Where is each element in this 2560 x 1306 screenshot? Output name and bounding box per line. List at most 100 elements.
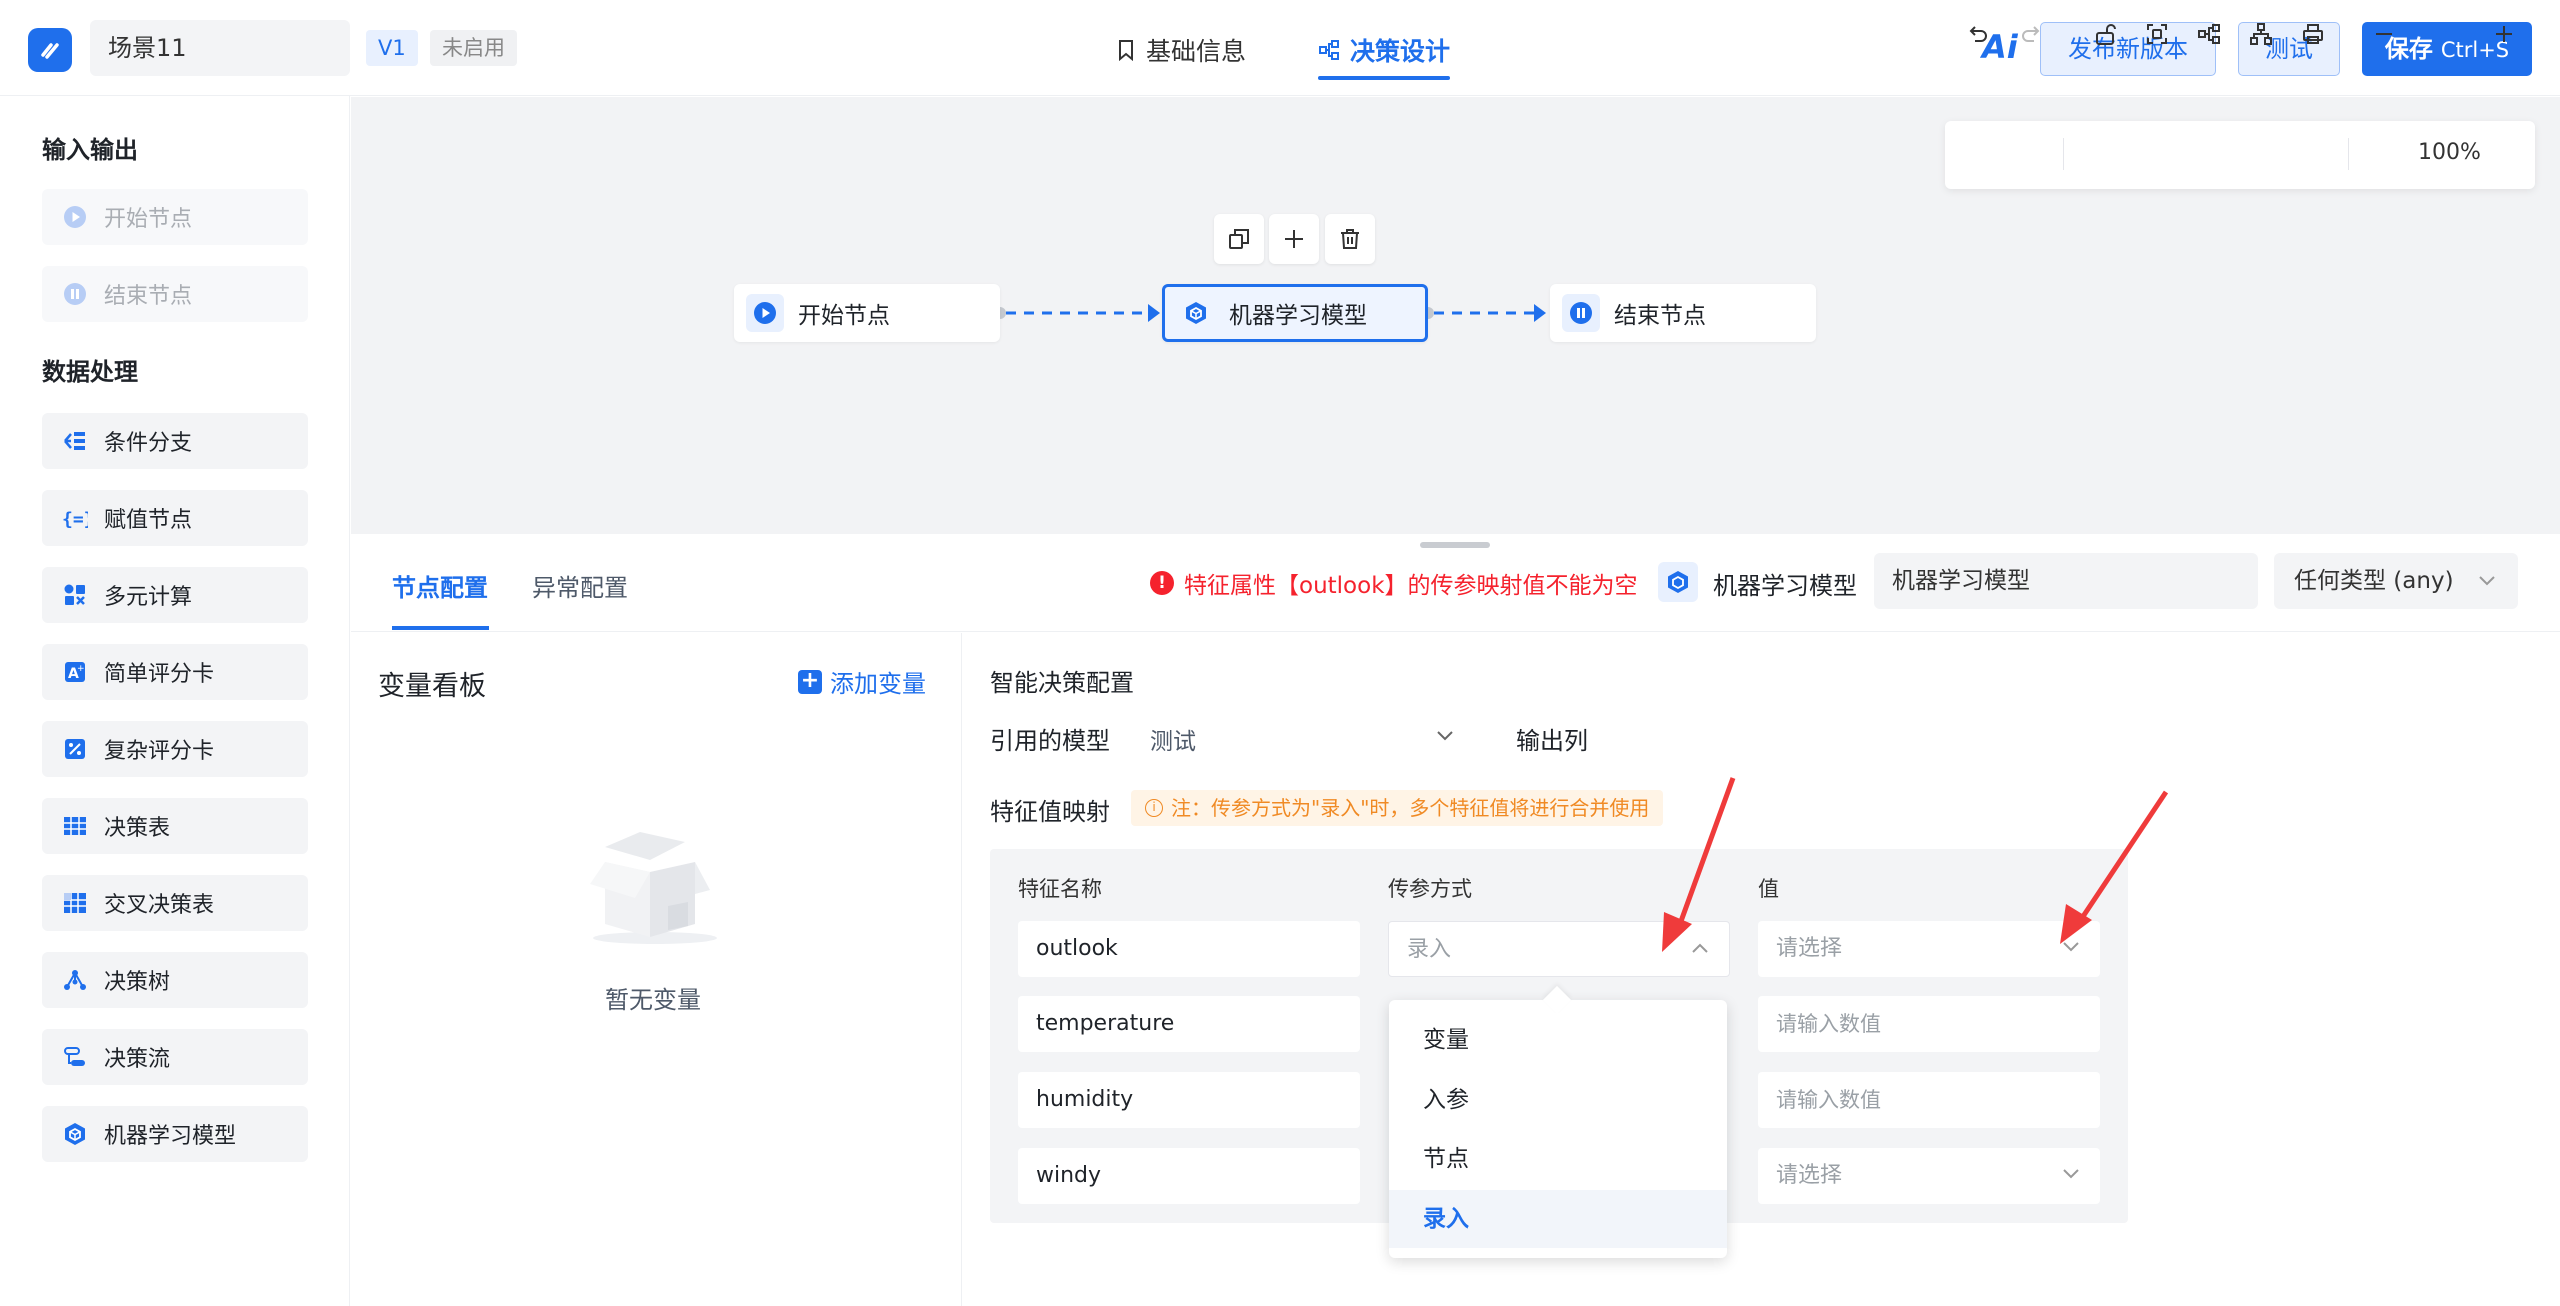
variable-board [351, 633, 962, 1306]
empty-box-illustration [590, 832, 717, 944]
column-header-feature: 特征名称 [1018, 877, 1102, 901]
canvas-node-start[interactable]: 开始节点 [734, 284, 1000, 342]
column-header-value: 值 [1758, 877, 1779, 901]
node-label: 机器学习模型 [1229, 303, 1367, 329]
unlock-icon[interactable] [2089, 18, 2121, 50]
sidebar-item-condition-branch[interactable]: 条件分支 [42, 413, 308, 469]
sidebar-item-label: 决策表 [104, 816, 171, 841]
method-select-value: 录入 [1407, 937, 1452, 962]
flow-icon [62, 1044, 88, 1070]
dropdown-option-selected[interactable]: 录入 [1389, 1190, 1727, 1248]
svg-text:{=}: {=} [62, 509, 88, 529]
trash-icon [1341, 229, 1359, 249]
config-title: 智能决策配置 [990, 669, 1134, 697]
bookmark-icon [1119, 40, 1133, 61]
panel-resize-handle[interactable] [1420, 542, 1490, 548]
table-icon [62, 813, 88, 839]
complex-scorecard-icon [62, 736, 88, 762]
plus-icon [1285, 230, 1303, 248]
sidebar-item-end-node[interactable]: 结束节点 [42, 266, 308, 322]
output-type-select[interactable]: 任何类型 (any) [2274, 553, 2518, 609]
value-select[interactable]: 请选择 [1758, 921, 2100, 977]
scorecard-icon: A + [62, 659, 88, 685]
sidebar-item-assign-node[interactable]: {=} 赋值节点 [42, 490, 308, 546]
sidebar-item-start-node[interactable]: 开始节点 [42, 189, 308, 245]
node-name-input[interactable]: 机器学习模型 [1874, 553, 2258, 609]
sidebar-item-label: 简单评分卡 [104, 662, 215, 687]
sidebar-item-complex-scorecard[interactable]: 复杂评分卡 [42, 721, 308, 777]
app-header: 场景11 V1 未启用 基础信息 决策设计 Ai 发布新版本 测试 保存 Ctrl… [0, 0, 2560, 96]
value-select-placeholder: 请选择 [1776, 1163, 1843, 1188]
sidebar-item-label: 交叉决策表 [104, 893, 215, 918]
value-select[interactable]: 请选择 [1758, 1148, 2100, 1204]
variable-board-title: 变量看板 [378, 671, 486, 702]
copy-node-button[interactable] [1214, 214, 1264, 264]
chevron-down-icon [2063, 942, 2079, 952]
play-icon [746, 294, 784, 332]
tab-decision-design[interactable]: 决策设计 [1318, 28, 1451, 80]
toolbar-divider [2348, 138, 2349, 170]
canvas-node-end[interactable]: 结束节点 [1550, 284, 1816, 342]
sidebar-item-label: 机器学习模型 [104, 1124, 237, 1149]
layout-vertical-icon[interactable] [2245, 18, 2277, 50]
undo-icon[interactable] [1962, 18, 1994, 50]
play-icon [62, 204, 88, 230]
cube-icon [1658, 562, 1698, 602]
redo-icon[interactable] [2015, 18, 2047, 50]
sidebar-item-decision-table[interactable]: 决策表 [42, 798, 308, 854]
column-header-method: 传参方式 [1388, 877, 1472, 901]
tab-exception-config[interactable]: 异常配置 [532, 568, 628, 603]
output-columns-label: 输出列 [1516, 727, 1588, 755]
sidebar-item-cross-decision-table[interactable]: 交叉决策表 [42, 875, 308, 931]
calc-icon [62, 582, 88, 608]
publish-button[interactable]: 发布新版本 [2040, 22, 2216, 76]
delete-node-button[interactable] [1325, 214, 1375, 264]
print-icon[interactable] [2297, 18, 2329, 50]
node-type-label: 机器学习模型 [1713, 572, 1857, 600]
pause-icon [1562, 294, 1600, 332]
dropdown-option[interactable]: 入参 [1389, 1071, 1727, 1129]
mapping-note: i 注：传参方式为"录入"时，多个特征值将进行合并使用 [1131, 790, 1664, 826]
fit-view-icon[interactable] [2141, 18, 2173, 50]
chevron-up-icon [1692, 943, 1708, 953]
tab-node-config[interactable]: 节点配置 [392, 568, 488, 603]
version-badge: V1 [366, 30, 418, 66]
add-node-button[interactable] [1269, 214, 1319, 264]
value-number-input[interactable]: 请输入数值 [1758, 996, 2100, 1052]
chevron-down-icon [2479, 576, 2495, 586]
sidebar-group-data: 数据处理 [42, 358, 138, 386]
sidebar-item-multi-calc[interactable]: 多元计算 [42, 567, 308, 623]
tab-basic-info[interactable]: 基础信息 [1116, 28, 1246, 72]
app-logo-icon[interactable] [28, 28, 72, 72]
sidebar-item-label: 赋值节点 [104, 508, 193, 533]
canvas-node-ml-model[interactable]: 机器学习模型 [1162, 284, 1428, 342]
method-select[interactable]: 录入 [1388, 921, 1730, 977]
sidebar-item-decision-flow[interactable]: 决策流 [42, 1029, 308, 1085]
sidebar-item-decision-tree[interactable]: 决策树 [42, 952, 308, 1008]
model-ref-select[interactable]: 测试 [1150, 722, 1196, 756]
sidebar-item-simple-scorecard[interactable]: A + 简单评分卡 [42, 644, 308, 700]
scene-name-input[interactable]: 场景11 [90, 20, 350, 76]
flow-icon [1319, 40, 1339, 60]
sidebar-item-label: 多元计算 [104, 585, 193, 610]
zoom-level: 100% [2418, 140, 2481, 165]
output-type-value: 任何类型 (any) [2294, 568, 2454, 594]
svg-text:+: + [77, 664, 85, 674]
dropdown-option[interactable]: 变量 [1389, 1011, 1727, 1069]
node-label: 开始节点 [798, 303, 890, 329]
zoom-in-icon[interactable] [2488, 18, 2520, 50]
layout-horizontal-icon[interactable] [2193, 18, 2225, 50]
value-select-placeholder: 请选择 [1776, 936, 1843, 961]
dropdown-option[interactable]: 节点 [1389, 1130, 1727, 1188]
sidebar-item-label: 决策流 [104, 1047, 171, 1072]
add-variable-button[interactable]: + 添加变量 [798, 664, 926, 699]
validation-error-text: 特征属性【outlook】的传参映射值不能为空 [1184, 573, 1638, 599]
sidebar-item-label: 决策树 [104, 970, 171, 995]
copy-icon [1229, 229, 1249, 249]
chevron-down-icon[interactable] [1436, 730, 1454, 742]
sidebar-item-ml-model[interactable]: 机器学习模型 [42, 1106, 308, 1162]
cross-table-icon [62, 890, 88, 916]
sidebar-item-label: 结束节点 [104, 284, 193, 309]
zoom-out-icon[interactable] [2368, 18, 2400, 50]
value-number-input[interactable]: 请输入数值 [1758, 1072, 2100, 1128]
